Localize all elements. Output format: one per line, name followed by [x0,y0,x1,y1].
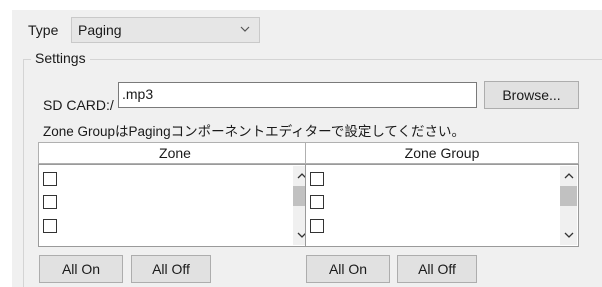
zone-group-list-scrollbar[interactable] [560,166,577,245]
sd-card-label: SD CARD:/ [43,97,114,113]
zone-group-checkbox[interactable] [310,195,324,209]
zone-group-checkbox[interactable] [310,172,324,186]
zone-group-note: Zone GroupはPagingコンポーネントエディターで設定してください。 [43,124,466,139]
zone-group-all-off-button[interactable]: All Off [397,255,477,283]
chevron-up-icon[interactable] [564,172,574,180]
browse-button[interactable]: Browse... [484,81,579,109]
sd-card-path-input[interactable]: .mp3 [118,82,477,108]
chevron-down-icon[interactable] [564,231,574,239]
chevron-down-icon [240,26,250,32]
zone-group-list-header[interactable]: Zone Group [305,142,579,164]
zone-checkbox[interactable] [43,195,57,209]
zone-group-all-on-button[interactable]: All On [306,255,390,283]
zone-all-on-button[interactable]: All On [39,255,123,283]
zone-all-off-button[interactable]: All Off [131,255,211,283]
zone-group-checkbox[interactable] [310,219,324,233]
zone-checkbox[interactable] [43,219,57,233]
zone-group-list [305,164,579,247]
settings-group-title: Settings [31,50,90,66]
zone-checkbox[interactable] [43,172,57,186]
zone-list-header[interactable]: Zone [38,142,312,164]
type-select[interactable]: Paging [71,17,260,43]
type-label: Type [28,22,59,38]
scrollbar-thumb[interactable] [560,186,577,206]
paging-settings-panel: Type Paging Settings SD CARD:/ .mp3 Brow… [12,10,602,287]
type-select-value: Paging [78,22,122,38]
zone-list [38,164,312,247]
